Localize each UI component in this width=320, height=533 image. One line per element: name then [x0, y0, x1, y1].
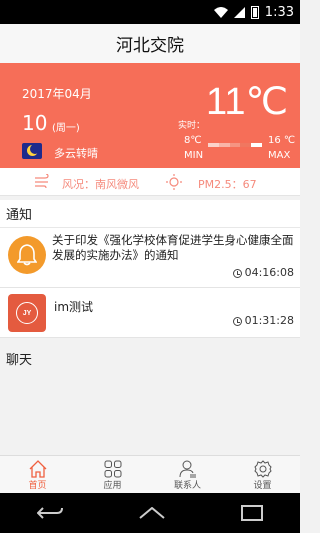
notice-item[interactable]: JY im测试 01:31:28 [0, 288, 300, 338]
status-time: 1:33 [264, 4, 294, 20]
signal-icon [233, 6, 245, 18]
battery-icon [250, 5, 259, 19]
max-temperature: 16 ℃ [268, 135, 296, 146]
max-label: MAX [268, 150, 291, 161]
contacts-icon [179, 460, 196, 478]
bell-icon [8, 236, 46, 274]
realtime-label: 实时： [178, 121, 206, 131]
chat-section-title: 聊天 [0, 344, 300, 372]
weather-detail-row: 风况：南风微风 PM2.5：67 [0, 168, 300, 196]
bottom-tab-bar: 首页 应用 联系人 设置 [0, 455, 300, 493]
system-nav-bar [0, 493, 300, 533]
notice-time: 04:16:08 [232, 266, 294, 279]
weather-panel: 2017年04月 10 (周一) 多云转晴 实时： 11℃ 8℃ 16 ℃ MI… [0, 63, 300, 168]
notice-text: 关于印发《强化学校体育促进学生身心健康全面发展的实施办法》的通知 [52, 233, 294, 262]
pm-text: PM2.5：67 [198, 178, 257, 191]
notice-time: 01:31:28 [232, 314, 294, 327]
temperature-range-bar [208, 143, 262, 147]
notice-text: im测试 [54, 300, 94, 314]
min-label: MIN [184, 150, 204, 161]
weather-condition: 多云转晴 [54, 147, 98, 160]
weather-weekday: (周一) [52, 123, 80, 134]
home-button-icon[interactable] [138, 507, 166, 519]
back-icon[interactable] [37, 506, 64, 520]
notice-section-title: 通知 [0, 200, 300, 228]
wind-icon [35, 174, 49, 188]
wifi-icon [213, 6, 228, 18]
wind-text: 风况：南风微风 [62, 178, 139, 191]
settings-icon [253, 460, 272, 478]
recents-icon[interactable] [240, 505, 263, 521]
tab-home[interactable]: 首页 [0, 456, 75, 493]
moon-icon [22, 143, 42, 159]
weather-day: 10 [22, 111, 48, 135]
page-title: 河北交院 [0, 24, 300, 63]
tab-contacts[interactable]: 联系人 [150, 456, 225, 493]
home-icon [29, 460, 46, 478]
current-temperature: 11℃ [206, 81, 289, 123]
sun-icon [166, 174, 182, 190]
clock-icon [232, 268, 242, 278]
min-temperature: 8℃ [184, 135, 202, 146]
tab-apps[interactable]: 应用 [75, 456, 150, 493]
tab-settings[interactable]: 设置 [225, 456, 300, 493]
apps-icon [104, 460, 121, 478]
status-bar: 1:33 [0, 0, 300, 24]
jy-logo-icon: JY [8, 294, 46, 332]
notice-item[interactable]: 关于印发《强化学校体育促进学生身心健康全面发展的实施办法》的通知 04:16:0… [0, 228, 300, 288]
clock-icon [232, 316, 242, 326]
weather-date: 2017年04月 [22, 87, 92, 101]
